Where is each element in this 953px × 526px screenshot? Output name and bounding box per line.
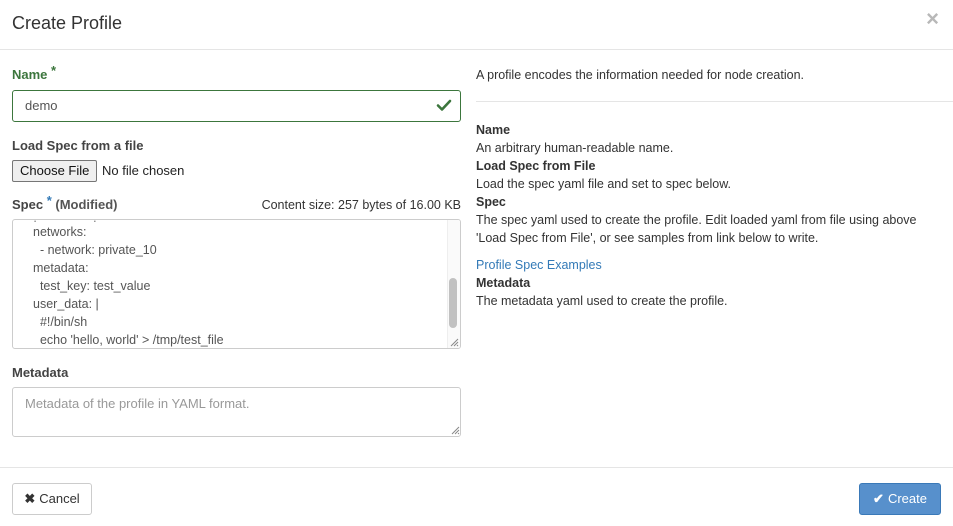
help-spec-desc: The spec yaml used to create the profile… — [476, 213, 917, 245]
required-mark: * — [46, 193, 52, 208]
help-intro: A profile encodes the information needed… — [476, 68, 804, 82]
help-spec-title: Spec — [476, 195, 506, 209]
create-profile-dialog: Create Profile × Name * demo Load Spec f… — [0, 0, 953, 526]
required-mark: * — [51, 63, 57, 78]
close-icon[interactable]: × — [926, 8, 939, 30]
content-size: Content size: 257 bytes of 16.00 KB — [261, 198, 461, 212]
spec-line: metadata: — [33, 261, 89, 275]
cancel-button[interactable]: ✖ Cancel — [12, 483, 92, 515]
dialog-title: Create Profile — [12, 13, 123, 33]
resize-grip-icon[interactable] — [451, 426, 460, 435]
help-name-desc: An arbitrary human-readable name. — [476, 141, 674, 155]
spec-line: echo 'hello, world' > /tmp/test_file — [33, 333, 224, 347]
metadata-label: Metadata — [12, 365, 69, 380]
choose-file-button[interactable]: Choose File — [12, 160, 98, 182]
check-icon: ✔ — [873, 491, 884, 506]
spec-line: test_key: test_value — [33, 279, 151, 293]
spec-scrollbar-thumb[interactable] — [449, 278, 457, 328]
create-button[interactable]: ✔ Create — [859, 483, 941, 515]
help-load-desc: Load the spec yaml file and set to spec … — [476, 177, 732, 191]
spec-textarea[interactable]: · · networks: - network: private_10 meta… — [12, 219, 461, 349]
name-input[interactable]: demo — [12, 90, 461, 122]
close-icon: ✖ — [24, 491, 36, 506]
check-icon — [436, 99, 452, 111]
file-status: No file chosen — [102, 163, 185, 178]
create-label: Create — [887, 491, 927, 506]
spec-label: Spec * (Modified) — [12, 193, 118, 212]
help-metadata-title: Metadata — [476, 276, 531, 290]
spec-line: - network: private_10 — [33, 243, 157, 257]
spec-line: networks: — [33, 225, 87, 239]
resize-grip-icon[interactable] — [450, 338, 459, 347]
help-load-title: Load Spec from File — [476, 159, 596, 173]
modified-flag: (Modified) — [55, 197, 118, 212]
profile-spec-examples-link[interactable]: Profile Spec Examples — [476, 257, 602, 273]
dialog-footer — [0, 467, 953, 526]
spec-line: user_data: | — [33, 297, 99, 311]
name-label: Name * — [12, 63, 57, 82]
load-spec-label: Load Spec from a file — [12, 138, 144, 153]
cancel-label: Cancel — [39, 491, 80, 506]
help-name-title: Name — [476, 123, 511, 137]
dialog-header: Create Profile × — [0, 0, 953, 50]
spec-line: #!/bin/sh — [33, 315, 88, 329]
help-metadata-desc: The metadata yaml used to create the pro… — [476, 294, 728, 308]
metadata-textarea[interactable]: Metadata of the profile in YAML format. — [12, 387, 461, 437]
help-divider — [476, 101, 953, 102]
